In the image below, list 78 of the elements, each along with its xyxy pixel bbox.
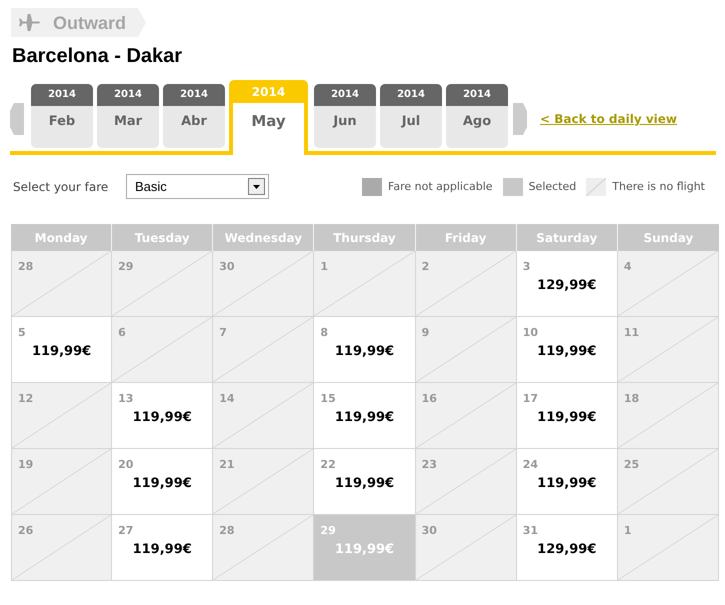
day-number: 20 <box>118 458 134 471</box>
flight-day-cell[interactable]: 17 119,99€ <box>516 383 618 449</box>
legend-label: There is no flight <box>612 180 705 193</box>
legend-swatch-icon <box>362 178 382 196</box>
month-tab[interactable]: 2014 Mar <box>97 84 159 148</box>
right-arrow-icon[interactable] <box>513 103 527 135</box>
fare-price: 119,99€ <box>334 410 394 425</box>
fare-label: Select your fare <box>13 180 110 194</box>
day-number: 27 <box>118 524 134 537</box>
flight-day-cell[interactable]: 24 119,99€ <box>516 449 618 515</box>
month-tab[interactable]: 2014 Abr <box>163 84 225 148</box>
flight-day-cell[interactable]: 22 119,99€ <box>314 449 416 515</box>
flight-day-cell[interactable]: 10 119,99€ <box>516 317 618 383</box>
day-number: 23 <box>422 458 437 471</box>
day-number: 21 <box>219 458 235 471</box>
day-number: 24 <box>522 458 538 471</box>
day-number: 2 <box>422 260 430 273</box>
fare-price: 119,99€ <box>537 410 596 425</box>
fare-price: 129,99€ <box>537 278 596 293</box>
day-number: 11 <box>624 326 640 339</box>
day-number: 18 <box>624 392 640 405</box>
day-number: 30 <box>219 260 235 273</box>
left-arrow-icon[interactable] <box>10 103 24 135</box>
day-number: 17 <box>522 392 538 405</box>
month-tab[interactable]: 2014 Feb <box>31 84 93 148</box>
fare-select[interactable]: Basic <box>126 174 269 199</box>
day-number: 8 <box>320 326 328 339</box>
day-number: 28 <box>18 260 34 273</box>
day-number: 4 <box>624 260 632 273</box>
month-tab[interactable]: 2014 Jul <box>380 84 442 148</box>
day-number: 3 <box>522 260 530 273</box>
day-number: 1 <box>320 260 328 273</box>
day-number: 9 <box>422 326 430 339</box>
day-number: 5 <box>18 326 26 339</box>
route-title: Barcelona - Dakar <box>12 44 184 69</box>
day-number: 30 <box>422 524 437 537</box>
fare-price: 119,99€ <box>132 410 192 425</box>
month-tab[interactable]: 2014 May <box>229 80 308 155</box>
day-number: 12 <box>18 392 34 405</box>
month-tab[interactable]: 2014 Jun <box>314 84 376 148</box>
fare-price: 119,99€ <box>537 476 596 491</box>
day-number: 26 <box>18 524 34 537</box>
fare-price: 119,99€ <box>32 344 92 359</box>
day-number: 25 <box>624 458 640 471</box>
flight-day-cell[interactable]: 3 129,99€ <box>516 251 618 317</box>
day-number: 1 <box>624 524 632 537</box>
flight-day-cell[interactable]: 8 119,99€ <box>314 317 416 383</box>
day-number: 29 <box>118 260 134 273</box>
legend-swatch-icon <box>502 178 523 196</box>
day-number: 22 <box>320 458 336 471</box>
fare-price: 119,99€ <box>334 476 394 491</box>
day-number: 10 <box>522 326 538 339</box>
fare-price: 119,99€ <box>132 476 192 491</box>
day-number: 14 <box>219 392 235 405</box>
day-number: 15 <box>320 392 336 405</box>
fare-price: 119,99€ <box>334 344 394 359</box>
fare-price: 129,99€ <box>537 542 596 557</box>
flight-day-cell[interactable]: 31 129,99€ <box>516 515 618 581</box>
fare-price: 119,99€ <box>132 542 192 557</box>
legend-swatch-icon <box>586 178 606 196</box>
day-number: 31 <box>522 524 538 537</box>
step-label: Outward <box>53 12 126 34</box>
day-number: 16 <box>422 392 437 405</box>
legend-label: Selected <box>528 180 576 193</box>
flight-day-cell[interactable]: 20 119,99€ <box>112 449 214 515</box>
flight-day-cell[interactable]: 5 119,99€ <box>11 317 112 383</box>
day-number: 6 <box>118 326 126 339</box>
flight-day-cell[interactable]: 13 119,99€ <box>112 383 214 449</box>
day-number: 19 <box>18 458 34 471</box>
plane-icon <box>18 13 41 32</box>
legend-label: Fare not applicable <box>388 180 493 193</box>
flight-day-cell[interactable]: 27 119,99€ <box>112 515 214 581</box>
fare-price: 119,99€ <box>537 344 596 359</box>
flight-day-cell[interactable]: 15 119,99€ <box>314 383 416 449</box>
month-tab[interactable]: 2014 Ago <box>446 84 508 148</box>
day-number: 28 <box>219 524 235 537</box>
day-number: 13 <box>118 392 134 405</box>
day-number: 7 <box>219 326 227 339</box>
